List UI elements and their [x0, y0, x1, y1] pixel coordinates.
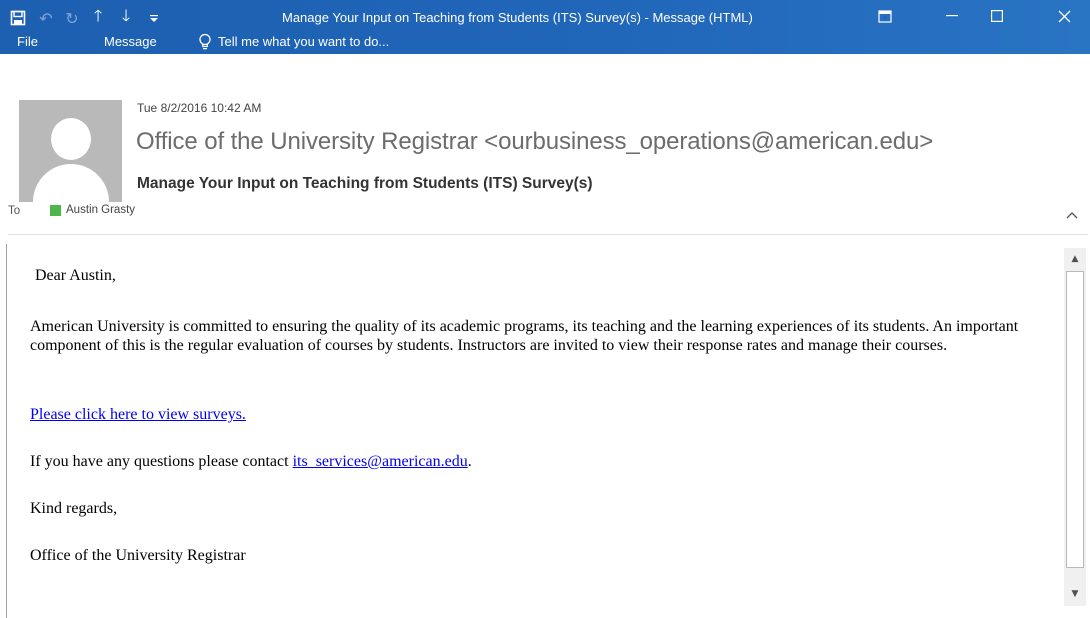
- tab-message[interactable]: Message: [104, 32, 157, 52]
- close-glyph: [1058, 10, 1070, 22]
- lightbulb-icon: [198, 33, 212, 51]
- down-arrow-icon[interactable]: 🡓: [114, 6, 138, 30]
- maximize-icon[interactable]: [975, 0, 1019, 32]
- body-left-border: [6, 244, 7, 618]
- scroll-up-icon[interactable]: ▲: [1067, 250, 1083, 267]
- title-bar: ↶ ↻ 🡑 🡓 Manage Your Input on Teaching fr…: [0, 0, 1090, 54]
- presence-indicator: [50, 205, 61, 216]
- collapse-header-button[interactable]: [1062, 205, 1082, 225]
- avatar: [19, 100, 122, 202]
- avatar-head: [51, 118, 91, 160]
- ribbon-display-glyph: [878, 9, 892, 23]
- avatar-shoulders: [33, 164, 109, 202]
- scroll-down-icon[interactable]: ▼: [1067, 585, 1083, 602]
- sender-name[interactable]: Office of the University Registrar <ourb…: [136, 128, 933, 156]
- close-icon[interactable]: [1042, 0, 1086, 32]
- maximize-glyph: [991, 10, 1003, 22]
- contact-line: If you have any questions please contact…: [30, 453, 472, 471]
- contact-suffix: .: [467, 453, 472, 470]
- body-greeting: Dear Austin,: [35, 267, 116, 284]
- window-title: Manage Your Input on Teaching from Stude…: [282, 10, 753, 25]
- recipient-name[interactable]: Austin Grasty: [66, 204, 135, 216]
- tell-me-search[interactable]: Tell me what you want to do...: [198, 31, 389, 53]
- message-subject: Manage Your Input on Teaching from Stude…: [137, 175, 593, 192]
- save-icon[interactable]: [6, 6, 30, 30]
- tab-file[interactable]: File: [17, 32, 38, 52]
- chevron-up-icon: [1066, 212, 1078, 219]
- contact-email-link[interactable]: its_services@american.edu: [293, 453, 468, 470]
- customize-glyph: [150, 15, 158, 22]
- sent-date: Tue 8/2/2016 10:42 AM: [137, 101, 262, 115]
- contact-prefix: If you have any questions please contact: [30, 453, 293, 470]
- ribbon-display-options-icon[interactable]: [863, 0, 907, 32]
- view-surveys-link[interactable]: Please click here to view surveys.: [30, 406, 246, 424]
- save-icon-glyph: [10, 10, 26, 26]
- to-label: To: [8, 205, 21, 217]
- redo-icon[interactable]: ↻: [60, 6, 84, 30]
- header-divider: [8, 234, 1088, 235]
- signature-text: Office of the University Registrar: [30, 547, 246, 564]
- customize-icon[interactable]: [142, 6, 166, 30]
- closing-text: Kind regards,: [30, 500, 118, 517]
- minimize-icon[interactable]: [930, 0, 974, 32]
- up-arrow-icon[interactable]: 🡑: [86, 6, 110, 30]
- minimize-glyph: [946, 15, 958, 17]
- scrollbar-thumb[interactable]: [1066, 271, 1084, 568]
- body-paragraph: American University is committed to ensu…: [30, 318, 1019, 354]
- tell-me-text: Tell me what you want to do...: [218, 34, 390, 49]
- undo-icon[interactable]: ↶: [34, 6, 58, 30]
